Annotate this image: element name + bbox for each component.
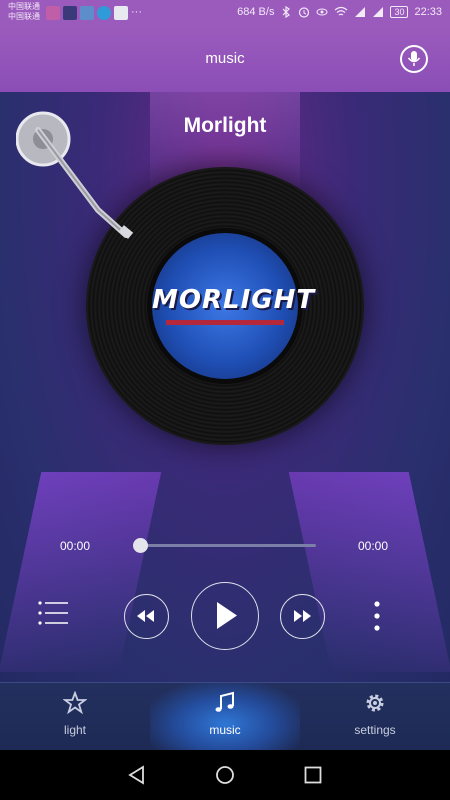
clock: 22:33 — [414, 6, 442, 18]
tab-label: settings — [354, 723, 396, 737]
status-indicators: 684 B/s 30 22:33 — [237, 6, 442, 18]
current-time: 00:00 — [60, 539, 91, 553]
rewind-icon — [137, 610, 154, 622]
alarm-icon — [299, 7, 310, 18]
microphone-icon — [407, 51, 421, 66]
fast-forward-button[interactable] — [280, 594, 325, 639]
progress-slider[interactable] — [133, 538, 316, 553]
app-notification-icon — [63, 6, 77, 20]
voice-button[interactable] — [400, 45, 428, 73]
signal-icon — [355, 7, 366, 17]
tab-label: light — [63, 723, 86, 737]
page-title: music — [205, 50, 245, 67]
wifi-icon — [335, 6, 348, 16]
more-vertical-icon[interactable] — [368, 599, 386, 633]
bottom-navigation: light music settings — [0, 682, 450, 751]
status-bar: 中国联通 中国联通 ··· 684 B/s 30 22:33 — [0, 0, 450, 28]
total-time: 00:00 — [357, 539, 388, 553]
tonearm — [16, 111, 134, 239]
bluetooth-icon — [283, 6, 291, 18]
progress-thumb[interactable] — [133, 538, 148, 553]
signal-4g-icon — [373, 7, 384, 17]
carrier-labels: 中国联通 中国联通 — [8, 2, 40, 22]
tab-light[interactable]: light — [0, 683, 150, 751]
album-label: MORLIGHT — [147, 228, 316, 384]
net-speed: 684 B/s — [237, 6, 275, 18]
logo-underline — [166, 320, 284, 325]
eye-icon — [316, 8, 328, 16]
tab-settings[interactable]: settings — [300, 683, 450, 751]
recent-apps-icon[interactable] — [301, 764, 325, 786]
music-note-icon — [215, 691, 234, 712]
app-header: music — [0, 28, 450, 92]
home-icon[interactable] — [213, 764, 237, 786]
play-icon — [217, 602, 237, 629]
tab-music[interactable]: music — [150, 683, 300, 751]
stage-light — [0, 472, 162, 672]
player-stage: Morlight MORLIGHT 00:00 00:00 — [0, 92, 450, 682]
gear-icon — [366, 694, 384, 712]
app-notification-icon — [114, 6, 128, 20]
battery-icon: 30 — [390, 6, 409, 18]
app-notification-icon — [97, 6, 111, 20]
star-icon — [63, 691, 87, 715]
system-navigation-bar — [0, 750, 450, 800]
app-notification-icon — [80, 6, 94, 20]
back-icon[interactable] — [125, 764, 149, 786]
app-notification-icon — [46, 6, 60, 20]
fast-forward-icon — [294, 610, 311, 622]
notification-icons: ··· — [46, 6, 142, 20]
brand-logo: MORLIGHT — [152, 285, 316, 315]
carrier-2: 中国联通 — [8, 12, 40, 21]
stage-light — [288, 472, 450, 672]
tab-label: music — [209, 723, 241, 737]
play-button[interactable] — [191, 582, 259, 650]
carrier-1: 中国联通 — [8, 2, 40, 11]
playlist-icon[interactable] — [36, 598, 70, 628]
rewind-button[interactable] — [124, 594, 169, 639]
overflow-icon: ··· — [131, 6, 142, 18]
